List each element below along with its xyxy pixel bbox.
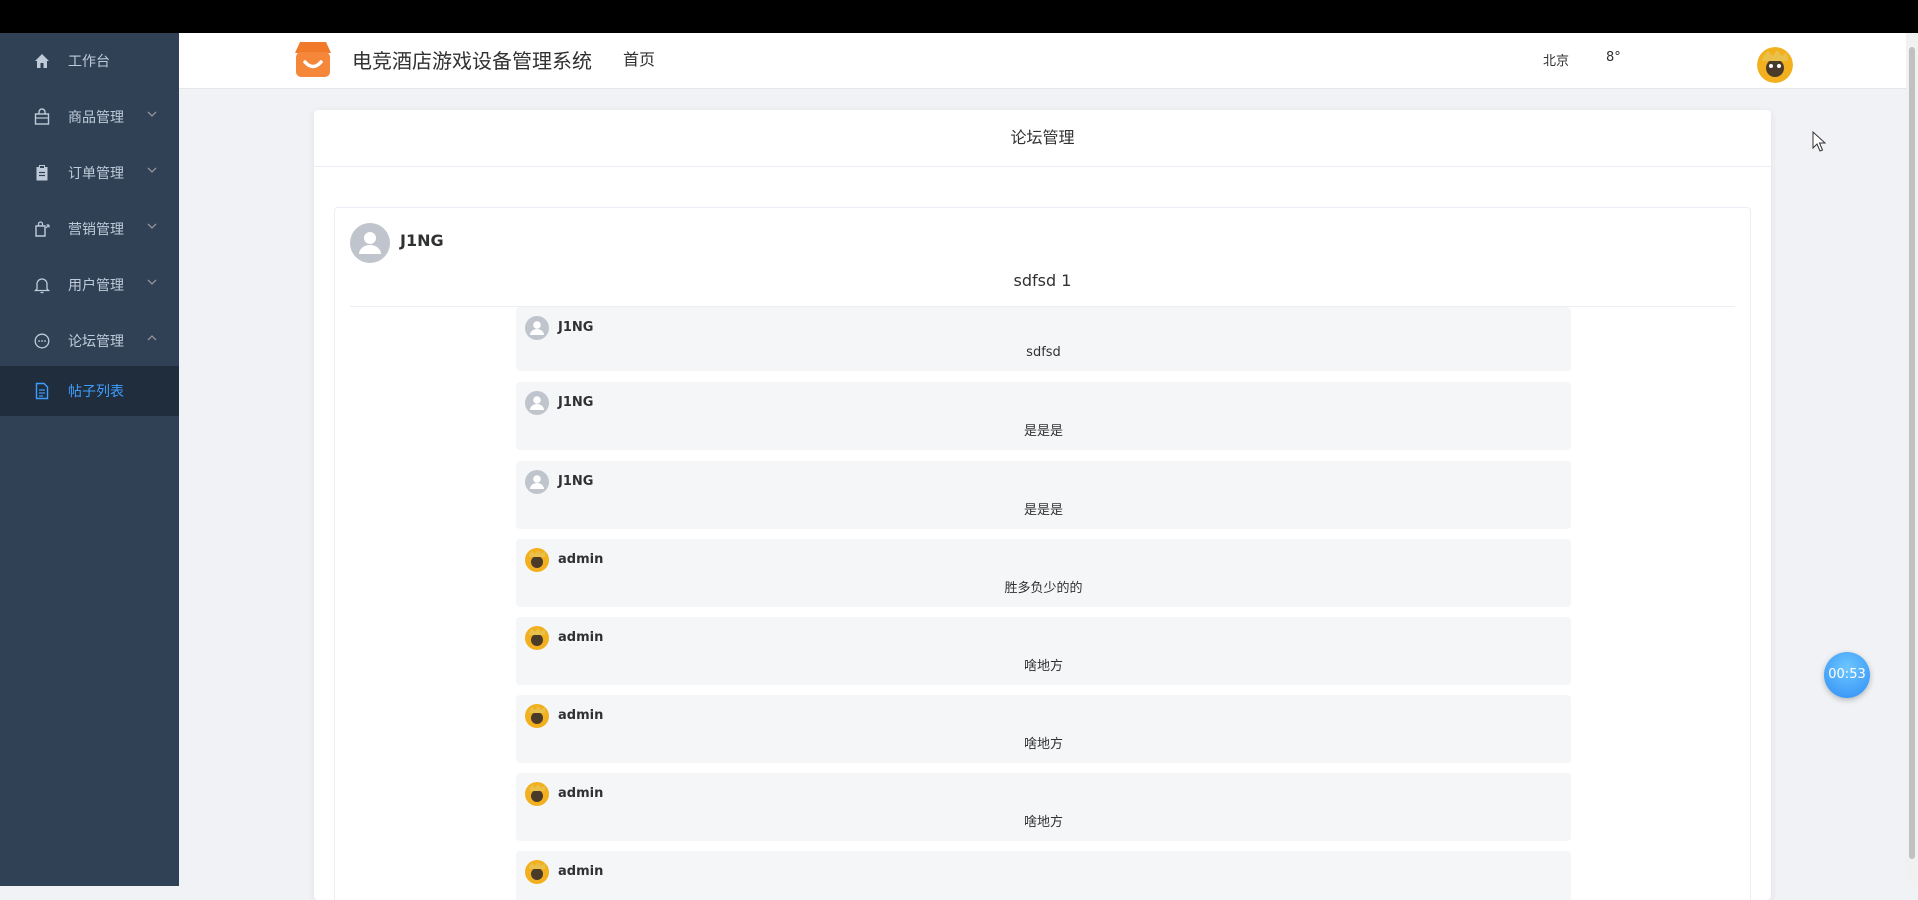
bell-icon xyxy=(33,278,51,294)
reply-item: admin 啥地方 xyxy=(516,773,1571,841)
reply-user: admin xyxy=(558,630,604,645)
reply-text: 啥地方 xyxy=(1023,659,1063,674)
sidebar-item-label: 帖子列表 xyxy=(68,384,124,400)
reply-text: 胜多负少的的 xyxy=(1004,581,1083,596)
reply-item: admin 胜多负少的的 xyxy=(516,539,1571,607)
reply-text: 啥地方 xyxy=(1023,815,1063,830)
post-author: J1NG xyxy=(400,231,444,250)
document-icon xyxy=(35,382,49,400)
reply-user: admin xyxy=(558,708,604,723)
sidebar: 工作台 商品管理 订单管理 营销管理 用户管理 论坛管理 帖子列表 xyxy=(0,33,179,886)
reply-user: admin xyxy=(558,786,604,801)
admin-avatar-icon xyxy=(525,782,549,806)
sidebar-item-label: 用户管理 xyxy=(68,278,124,294)
admin-avatar-icon xyxy=(525,860,549,884)
reply-item: J1NG 是是是 xyxy=(516,461,1571,529)
card-title: 论坛管理 xyxy=(1010,128,1075,147)
main-area: 电竞酒店游戏设备管理系统 首页 北京 8° 论坛管理 J1NG sdfsd 1 … xyxy=(179,33,1918,900)
reply-text: sdfsd xyxy=(1026,345,1061,360)
chevron-down-icon xyxy=(147,111,157,117)
sidebar-item-label: 营销管理 xyxy=(68,222,124,238)
weather-temperature: 8° xyxy=(1606,50,1621,65)
chevron-down-icon xyxy=(147,167,157,173)
user-avatar[interactable] xyxy=(1757,47,1793,83)
default-user-icon xyxy=(350,223,390,263)
default-user-icon xyxy=(525,470,549,494)
sidebar-item-label: 商品管理 xyxy=(68,110,124,126)
sidebar-item-label: 订单管理 xyxy=(68,166,124,182)
page-scrollbar[interactable] xyxy=(1906,33,1918,886)
sidebar-item-label: 论坛管理 xyxy=(68,334,124,350)
sidebar-item-label: 工作台 xyxy=(68,54,110,70)
reply-text: 是是是 xyxy=(1023,424,1063,439)
sidebar-item-users[interactable]: 用户管理 xyxy=(0,257,179,313)
chat-icon xyxy=(34,333,50,349)
reply-item: admin 啥地方 xyxy=(516,695,1571,763)
reply-item: J1NG 是是是 xyxy=(516,382,1571,450)
scrollbar-thumb[interactable] xyxy=(1909,47,1915,859)
forum-card: 论坛管理 J1NG sdfsd 1 J1NG sdfsd J1NG 是是是 J1NG 是是… xyxy=(314,110,1771,900)
reply-text: 是是是 xyxy=(1023,503,1063,518)
screen-top-bar xyxy=(0,0,1918,33)
reply-user: J1NG xyxy=(558,474,594,489)
chevron-up-icon xyxy=(147,335,157,341)
mouse-cursor-icon xyxy=(1812,131,1826,152)
reply-user: J1NG xyxy=(558,320,594,335)
admin-avatar-icon xyxy=(525,704,549,728)
chevron-down-icon xyxy=(147,223,157,229)
store-logo-icon[interactable] xyxy=(292,39,334,79)
admin-avatar-icon xyxy=(525,626,549,650)
default-user-icon xyxy=(525,391,549,415)
home-nav-link[interactable]: 首页 xyxy=(623,46,655,70)
bag-icon xyxy=(34,108,50,125)
system-title: 电竞酒店游戏设备管理系统 xyxy=(352,49,592,73)
admin-avatar-icon xyxy=(525,548,549,572)
sidebar-item-workbench[interactable]: 工作台 xyxy=(0,33,179,89)
sidebar-item-products[interactable]: 商品管理 xyxy=(0,89,179,145)
card-header: 论坛管理 xyxy=(314,110,1771,167)
reply-item: admin 啥地方 xyxy=(516,617,1571,685)
shopping-icon xyxy=(35,221,50,237)
post-content: sdfsd 1 xyxy=(1013,271,1072,290)
sidebar-item-marketing[interactable]: 营销管理 xyxy=(0,201,179,257)
default-user-icon xyxy=(525,316,549,340)
reply-user: admin xyxy=(558,864,604,879)
sidebar-item-post-list[interactable]: 帖子列表 xyxy=(0,366,179,416)
reply-item: admin xyxy=(516,851,1571,900)
sidebar-item-forum[interactable]: 论坛管理 xyxy=(0,313,179,369)
reply-user: J1NG xyxy=(558,395,594,410)
reply-item: J1NG sdfsd xyxy=(516,307,1571,371)
post-item: J1NG sdfsd 1 J1NG sdfsd J1NG 是是是 J1NG 是是是 admi… xyxy=(334,207,1751,900)
home-icon xyxy=(35,54,49,68)
clipboard-icon xyxy=(36,165,48,181)
reply-text: 啥地方 xyxy=(1023,737,1063,752)
sidebar-item-orders[interactable]: 订单管理 xyxy=(0,145,179,201)
top-header: 电竞酒店游戏设备管理系统 首页 北京 8° xyxy=(179,33,1906,89)
weather-city: 北京 xyxy=(1543,54,1570,69)
reply-user: admin xyxy=(558,552,604,567)
chevron-down-icon xyxy=(147,279,157,285)
recording-timer[interactable]: 00:53 xyxy=(1824,652,1870,698)
